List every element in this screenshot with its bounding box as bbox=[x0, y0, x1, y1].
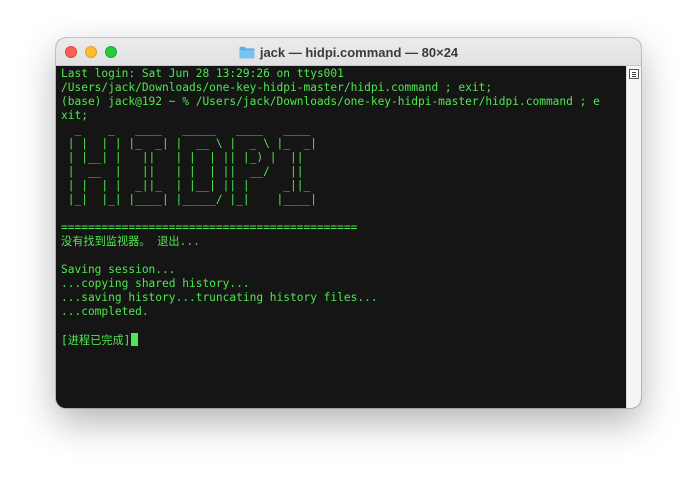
title-bar[interactable]: jack — hidpi.command — 80×24 bbox=[56, 38, 641, 66]
banner-line: | __ | || | | | || __/ || bbox=[61, 165, 304, 178]
folder-icon bbox=[239, 46, 255, 59]
window-title-text: jack — hidpi.command — 80×24 bbox=[259, 44, 459, 60]
text-cursor bbox=[131, 333, 139, 346]
terminal-line: 没有找到监视器。 退出... bbox=[61, 235, 200, 248]
scroll-marker-icon[interactable] bbox=[629, 69, 639, 79]
hidpi-ascii-banner: _ _ ____ _____ ____ ____ | | | | |_ _| |… bbox=[61, 123, 626, 207]
separator-line: ========================================… bbox=[61, 221, 358, 234]
process-completed-text: [进程已完成] bbox=[61, 334, 131, 347]
terminal-line: ...completed. bbox=[61, 305, 149, 318]
banner-line: | | | | _||_ | |__| || | _||_ bbox=[61, 179, 311, 192]
terminal-line: xit; bbox=[61, 109, 88, 122]
window-title: jack — hidpi.command — 80×24 bbox=[56, 38, 641, 66]
banner-line: _ _ ____ _____ ____ ____ bbox=[61, 123, 311, 136]
banner-line: |_| |_| |____| |_____/ |_| |____| bbox=[61, 193, 317, 206]
terminal-window: jack — hidpi.command — 80×24 Last login:… bbox=[56, 38, 641, 408]
terminal-line: ...copying shared history... bbox=[61, 277, 250, 290]
terminal-line: Saving session... bbox=[61, 263, 176, 276]
process-completed-line: [进程已完成] bbox=[61, 333, 626, 347]
terminal-line: /Users/jack/Downloads/one-key-hidpi-mast… bbox=[61, 81, 493, 94]
vertical-scrollbar[interactable] bbox=[626, 66, 641, 408]
terminal-line: ...saving history...truncating history f… bbox=[61, 291, 378, 304]
terminal-line: Last login: Sat Jun 28 13:29:26 on ttys0… bbox=[61, 67, 344, 80]
terminal-line: (base) jack@192 ~ % /Users/jack/Download… bbox=[61, 95, 600, 108]
terminal-output[interactable]: Last login: Sat Jun 28 13:29:26 on ttys0… bbox=[56, 66, 626, 408]
banner-line: | | | | |_ _| | __ \ | _ \ |_ _| bbox=[61, 137, 317, 150]
banner-line: | |__| | || | | | || |_) | || bbox=[61, 151, 304, 164]
